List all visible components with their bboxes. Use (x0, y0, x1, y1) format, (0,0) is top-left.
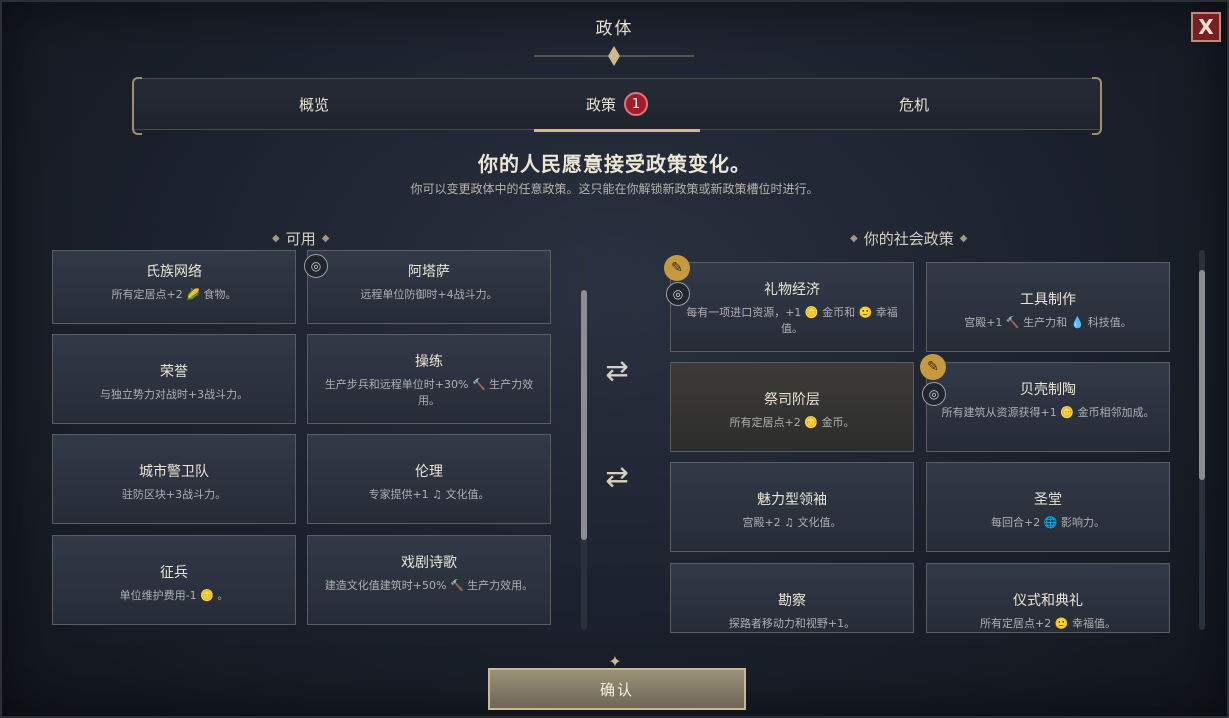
tab-label: 概览 (298, 95, 329, 114)
diamond-icon: ◆ (272, 233, 280, 244)
policy-desc: 专家提供+1 ♫ 文化值。 (368, 488, 490, 501)
policy-desc: 所有定居点+2 🌽 食物。 (111, 288, 237, 301)
policy-card-available[interactable]: 荣誉 与独立势力对战时+3战斗力。 (52, 334, 296, 424)
policy-desc: 所有定居点+2 🙂 幸福值。 (980, 617, 1116, 630)
policy-card-available[interactable]: 操练 生产步兵和远程单位时+30% 🔨 生产力效用。 (307, 334, 551, 424)
notification-badge: 1 (624, 92, 648, 116)
policy-card-available[interactable]: 城市警卫队 驻防区块+3战斗力。 (52, 434, 296, 524)
policy-card-available[interactable]: 阿塔萨 远程单位防御时+4战斗力。 (307, 250, 551, 324)
policy-desc: 单位维护费用-1 🪙 。 (119, 589, 229, 602)
policy-desc: 建造文化值建筑时+50% 🔨 生产力效用。 (324, 579, 534, 592)
policy-card-social[interactable]: 礼物经济 每有一项进口资源，+1 🪙 金币和 🙂 幸福值。 (670, 262, 914, 352)
subline: 你可以变更政体中的任意政策。这只能在你解锁新政策或新政策槽位时进行。 (410, 182, 819, 196)
section-label-text: 你的社会政策 (863, 230, 954, 248)
tab-bar: 概览 政策 1 危机 (132, 77, 1102, 135)
policy-desc: 所有定居点+2 🪙 金币。 (729, 416, 855, 429)
policy-name: 祭司阶层 (764, 392, 820, 408)
policy-name: 礼物经济 (764, 282, 820, 298)
policy-name: 仪式和典礼 (1013, 593, 1083, 609)
tab-overview[interactable]: 概览 (214, 79, 414, 129)
swap-arrows-icon: ⇄ (605, 460, 629, 493)
policy-card-social[interactable]: 仪式和典礼 所有定居点+2 🙂 幸福值。 (926, 563, 1170, 633)
policy-card-social[interactable]: 祭司阶层 所有定居点+2 🪙 金币。 (670, 362, 914, 452)
policy-name: 圣堂 (1034, 492, 1062, 508)
policy-desc: 远程单位防御时+4战斗力。 (360, 288, 498, 301)
quill-icon: ✎ (920, 354, 946, 380)
policy-desc: 生产步兵和远程单位时+30% 🔨 生产力效用。 (324, 378, 534, 407)
diplomacy-globe-icon: ◎ (304, 254, 328, 278)
diamond-icon: ◆ (850, 233, 858, 244)
headline: 你的人民愿意接受政策变化。 (478, 152, 751, 176)
policy-desc: 所有建筑从资源获得+1 🪙 金币相邻加成。 (941, 406, 1155, 419)
policy-card-available[interactable]: 征兵 单位维护费用-1 🪙 。 (52, 535, 296, 625)
policy-card-social[interactable]: 工具制作 宫殿+1 🔨 生产力和 💧 科技值。 (926, 262, 1170, 352)
policy-desc: 与独立势力对战时+3战斗力。 (99, 388, 249, 401)
tab-label: 危机 (898, 95, 929, 114)
policy-name: 戏剧诗歌 (401, 555, 457, 571)
quill-icon: ✎ (664, 255, 690, 281)
social-section-label: ◆ 你的社会政策 ◆ (850, 228, 967, 249)
policy-name: 氏族网络 (146, 264, 202, 280)
diplomacy-globe-icon: ◎ (922, 382, 946, 406)
policy-name: 城市警卫队 (139, 464, 209, 480)
policy-card-available[interactable]: 氏族网络 所有定居点+2 🌽 食物。 (52, 250, 296, 324)
policy-desc: 宫殿+1 🔨 生产力和 💧 科技值。 (964, 316, 1132, 329)
policy-name: 操练 (415, 354, 443, 370)
policy-name: 征兵 (160, 565, 188, 581)
tab-label: 政策 (585, 95, 616, 114)
window-title: 政体 (595, 19, 634, 39)
tab-policies[interactable]: 政策 1 (534, 79, 700, 132)
policy-card-social[interactable]: 勘察 探路者移动力和视野+1。 (670, 563, 914, 633)
policy-card-available[interactable]: 伦理 专家提供+1 ♫ 文化值。 (307, 434, 551, 524)
diamond-icon: ◆ (959, 233, 968, 244)
policy-name: 工具制作 (1020, 292, 1076, 308)
policy-name: 魅力型领袖 (757, 492, 827, 508)
policy-name: 贝壳制陶 (1020, 382, 1076, 398)
tab-crisis[interactable]: 危机 (814, 79, 1014, 129)
policy-desc: 宫殿+2 ♫ 文化值。 (742, 516, 842, 529)
swap-arrows-icon: ⇄ (605, 354, 629, 387)
confirm-button[interactable]: 确认 (488, 668, 746, 710)
title-ornament (534, 46, 694, 66)
policy-desc: 每有一项进口资源，+1 🪙 金币和 🙂 幸福值。 (686, 306, 898, 335)
close-button[interactable]: X (1191, 12, 1221, 42)
policy-desc: 探路者移动力和视野+1。 (728, 617, 856, 630)
available-section-label: ◆ 可用 ◆ (272, 228, 329, 249)
policy-card-available[interactable]: 戏剧诗歌 建造文化值建筑时+50% 🔨 生产力效用。 (307, 535, 551, 625)
policy-card-social[interactable]: 魅力型领袖 宫殿+2 ♫ 文化值。 (670, 462, 914, 552)
policy-card-social[interactable]: 贝壳制陶 所有建筑从资源获得+1 🪙 金币相邻加成。 (926, 362, 1170, 452)
diplomacy-globe-icon: ◎ (666, 282, 690, 306)
policy-name: 阿塔萨 (408, 264, 450, 280)
policy-name: 勘察 (778, 593, 806, 609)
available-scrollbar-thumb[interactable] (581, 290, 587, 540)
diamond-icon: ◆ (321, 233, 330, 244)
section-label-text: 可用 (285, 230, 316, 248)
policy-name: 荣誉 (160, 364, 188, 380)
policy-card-social[interactable]: 圣堂 每回合+2 🌐 影响力。 (926, 462, 1170, 552)
active-tab-indicator (534, 129, 700, 132)
social-scrollbar-thumb[interactable] (1199, 270, 1205, 480)
policy-desc: 驻防区块+3战斗力。 (121, 488, 227, 501)
policy-desc: 每回合+2 🌐 影响力。 (991, 516, 1105, 529)
policy-name: 伦理 (415, 464, 443, 480)
